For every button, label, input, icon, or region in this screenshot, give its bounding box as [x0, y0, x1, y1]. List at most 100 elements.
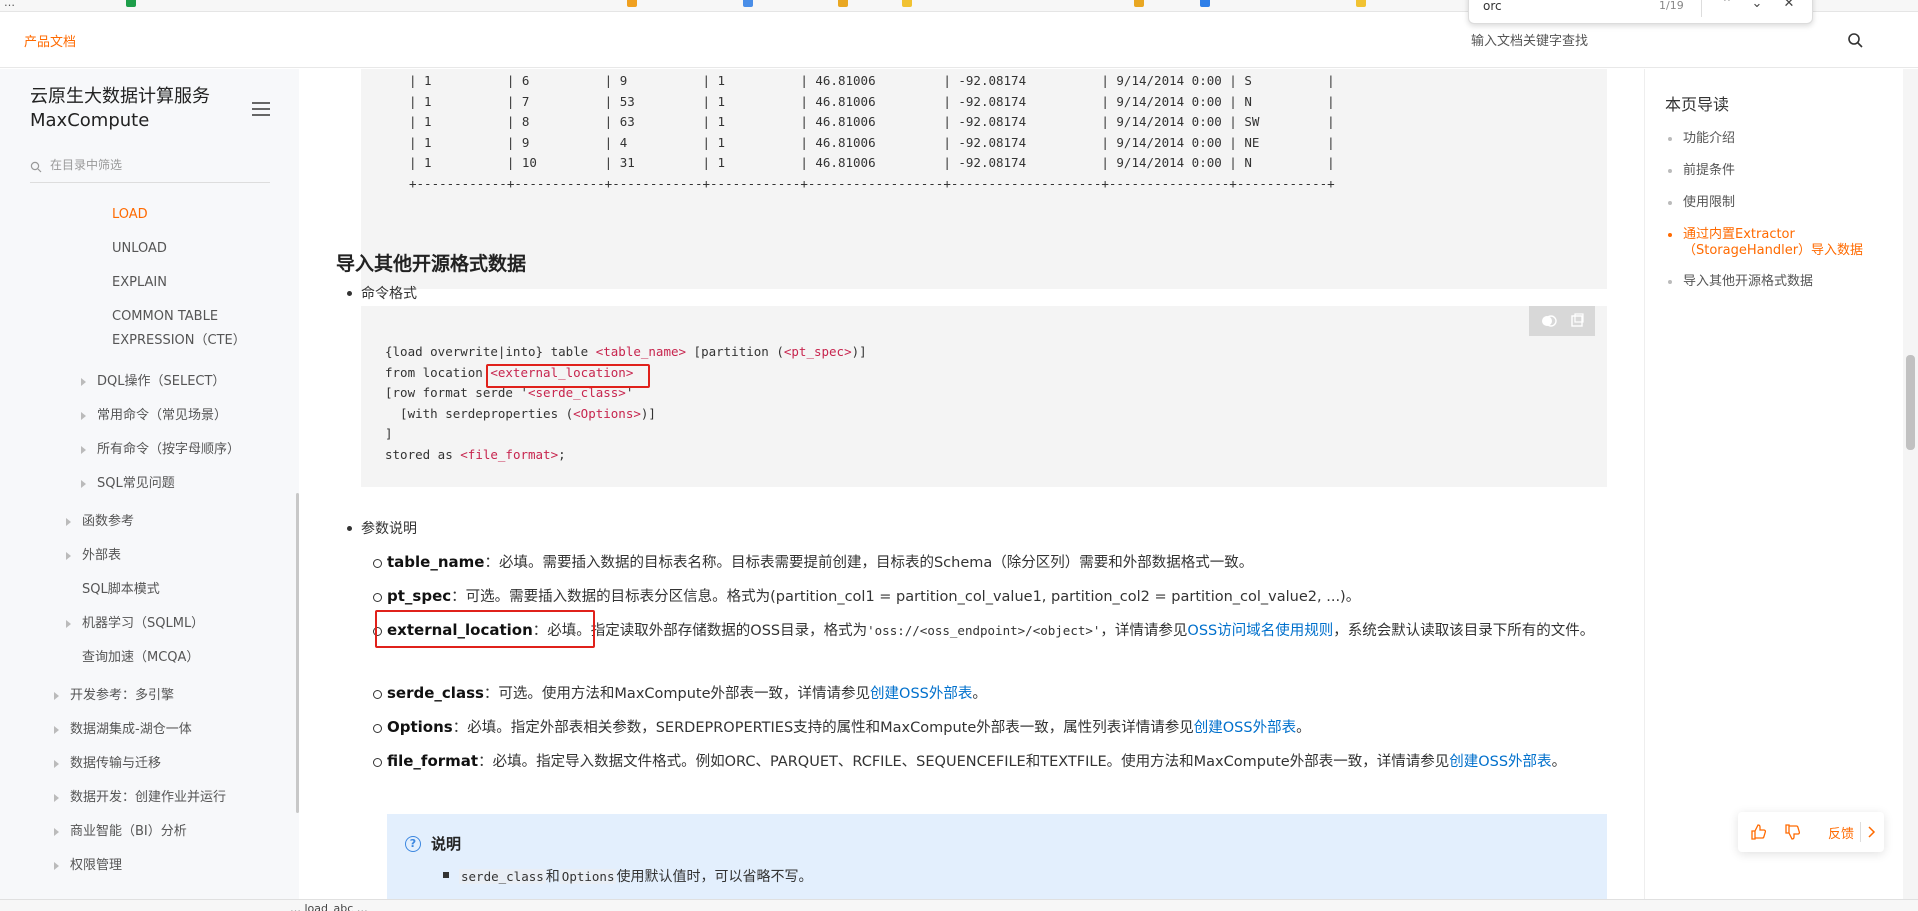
sidebar-item-cte[interactable]: COMMON TABLE — [112, 305, 218, 329]
sidebar-item-all-commands[interactable]: 所有命令（按字母顺序） — [81, 438, 241, 462]
copy-icon[interactable] — [1569, 313, 1585, 329]
sidebar-item-sql-faq[interactable]: SQL常见问题 — [81, 472, 175, 496]
expand-caret-icon[interactable] — [54, 692, 59, 700]
expand-caret-icon[interactable] — [54, 726, 59, 734]
bookmark-favicon-icon[interactable] — [1200, 0, 1210, 7]
expand-caret-icon[interactable] — [66, 518, 71, 526]
sidebar-item-external-tables[interactable]: 外部表 — [66, 544, 121, 568]
sidebar-item-data-dev[interactable]: 数据开发：创建作业并运行 — [54, 786, 226, 810]
product-title: 云原生大数据计算服务 MaxCompute — [30, 86, 210, 131]
expand-caret-icon[interactable] — [81, 480, 86, 488]
theme-toggle-icon[interactable] — [1541, 313, 1557, 329]
bookmark-favicon-icon[interactable] — [1134, 0, 1144, 7]
feedback-widget: 反馈 — [1738, 812, 1884, 852]
param-desc: ：可选。需要插入数据的目标表分区信息。格式为(partition_col1 = … — [451, 589, 1361, 605]
expand-caret-icon[interactable] — [54, 794, 59, 802]
highlight-box — [486, 364, 650, 388]
expand-caret-icon[interactable] — [54, 828, 59, 836]
sidebar-item-sql-script[interactable]: SQL脚本模式 — [82, 578, 160, 602]
code-text: ; — [558, 446, 566, 462]
sidebar-item-explain[interactable]: EXPLAIN — [112, 271, 167, 295]
find-bar: orc 1/19 ⌃ ⌄ ✕ — [1468, 0, 1813, 24]
table-row: | 1 | 6 | 9 | 1 | 46.81006 | -92.08174 |… — [409, 73, 1335, 88]
expand-caret-icon[interactable] — [66, 552, 71, 560]
sidebar-item-cte-line2[interactable]: EXPRESSION（CTE） — [112, 329, 246, 353]
sidebar-item-functions[interactable]: 函数参考 — [66, 510, 135, 534]
sidebar-item-load[interactable]: LOAD — [112, 203, 148, 227]
oss-endpoint-rules-link[interactable]: OSS访问域名使用规则 — [1187, 623, 1333, 639]
find-close-icon[interactable]: ✕ — [1781, 0, 1797, 12]
sidebar-item-label: SQL常见问题 — [97, 476, 175, 491]
bookmark-favicon-icon[interactable] — [627, 0, 637, 7]
note-title: 说明 — [431, 835, 462, 853]
param-code: 'oss://<oss_endpoint>/<object>' — [867, 623, 1101, 638]
sidebar-item-unload[interactable]: UNLOAD — [112, 237, 167, 261]
param-file-format: file_format：必填。指定导入数据文件格式。例如ORC、PARQUET、… — [373, 747, 1623, 776]
sidebar-item-multi-engine[interactable]: 开发参考：多引擎 — [54, 684, 174, 708]
chevron-right-icon[interactable] — [1864, 824, 1880, 840]
sidebar-item-lakehouse[interactable]: 数据湖集成-湖仓一体 — [54, 718, 192, 742]
toc-item-prereq[interactable]: 前提条件 — [1668, 163, 1883, 179]
search-icon[interactable] — [1847, 32, 1863, 48]
sidebar-item-dql[interactable]: DQL操作（SELECT） — [81, 370, 225, 394]
sidebar-item-label: 商业智能（BI）分析 — [70, 824, 187, 839]
doc-search-input[interactable] — [1457, 25, 1877, 55]
feedback-separator — [1860, 822, 1861, 842]
create-oss-table-link[interactable]: 创建OSS外部表 — [1449, 754, 1551, 770]
note-item: serde_class 和 Options 使用默认值时，可以省略不写。 — [442, 866, 812, 886]
table-row: | 1 | 8 | 63 | 1 | 46.81006 | -92.08174 … — [409, 114, 1335, 129]
bookmark-favicon-icon[interactable] — [902, 0, 912, 7]
page-toc: 本页导读 功能介绍 前提条件 使用限制 通过内置Extractor（Storag… — [1644, 69, 1898, 899]
note-box: ? 说明 serde_class 和 Options 使用默认值时，可以省略不写。 — [387, 814, 1607, 899]
expand-caret-icon[interactable] — [81, 446, 86, 454]
nav-filter-input[interactable] — [50, 158, 260, 172]
find-match-count: 1/19 — [1659, 0, 1684, 12]
bookmark-item[interactable]: … — [4, 0, 15, 9]
toc-item-intro[interactable]: 功能介绍 — [1668, 131, 1883, 147]
feedback-button[interactable]: 反馈 — [1828, 823, 1854, 842]
cmd-format-label: 命令格式 — [347, 283, 417, 303]
menu-toggle-icon[interactable] — [252, 102, 270, 118]
sidebar-item-mcqa[interactable]: 查询加速（MCQA） — [82, 646, 199, 670]
toc-item-open-source[interactable]: 导入其他开源格式数据 — [1668, 274, 1883, 290]
params-label: 参数说明 — [347, 518, 417, 538]
brand-link[interactable]: 产品文档 — [24, 31, 76, 50]
thumbs-down-icon[interactable] — [1784, 824, 1800, 840]
expand-caret-icon[interactable] — [54, 862, 59, 870]
create-oss-table-link[interactable]: 创建OSS外部表 — [870, 686, 972, 702]
expand-caret-icon[interactable] — [66, 620, 71, 628]
bookmark-favicon-icon[interactable] — [743, 0, 753, 7]
expand-caret-icon[interactable] — [81, 378, 86, 386]
sidebar-item-label: 函数参考 — [82, 514, 135, 529]
create-oss-table-link[interactable]: 创建OSS外部表 — [1194, 720, 1296, 736]
sidebar-item-label: 常用命令（常见场景） — [97, 408, 228, 423]
find-prev-icon[interactable]: ⌃ — [1719, 0, 1735, 12]
toc-item-limits[interactable]: 使用限制 — [1668, 195, 1883, 211]
find-next-icon[interactable]: ⌄ — [1749, 0, 1765, 12]
bookmark-favicon-icon[interactable] — [1356, 0, 1366, 7]
bookmark-favicon-icon[interactable] — [126, 0, 136, 7]
sidebar-item-sqlml[interactable]: 机器学习（SQLML） — [66, 612, 204, 636]
highlight-box — [375, 610, 595, 648]
page-scrollbar-track[interactable] — [1903, 69, 1918, 899]
sidebar-item-common-commands[interactable]: 常用命令（常见场景） — [81, 404, 228, 428]
code-text: )] — [851, 344, 867, 359]
param-desc: ，详情请参见 — [1100, 623, 1188, 639]
toc-item-extractor[interactable]: 通过内置Extractor（StorageHandler）导入数据 — [1668, 227, 1883, 259]
page-scrollbar-thumb[interactable] — [1906, 355, 1915, 450]
sidebar-item-label: 数据湖集成-湖仓一体 — [70, 722, 192, 737]
find-input[interactable]: orc — [1483, 0, 1502, 13]
sidebar-item-permissions[interactable]: 权限管理 — [54, 854, 122, 878]
param-name: Options — [387, 718, 453, 736]
expand-caret-icon[interactable] — [54, 760, 59, 768]
info-icon: ? — [405, 836, 421, 852]
thumbs-up-icon[interactable] — [1750, 824, 1766, 840]
bookmark-favicon-icon[interactable] — [838, 0, 848, 7]
table-border: +------------+------------+------------+… — [409, 175, 1335, 191]
sidebar-item-bi[interactable]: 商业智能（BI）分析 — [54, 820, 187, 844]
expand-caret-icon[interactable] — [81, 412, 86, 420]
param-name: pt_spec — [387, 587, 452, 605]
sidebar-item-label: 所有命令（按字母顺序） — [97, 442, 241, 457]
param-name: table_name — [387, 553, 485, 571]
sidebar-item-data-transfer[interactable]: 数据传输与迁移 — [54, 752, 161, 776]
